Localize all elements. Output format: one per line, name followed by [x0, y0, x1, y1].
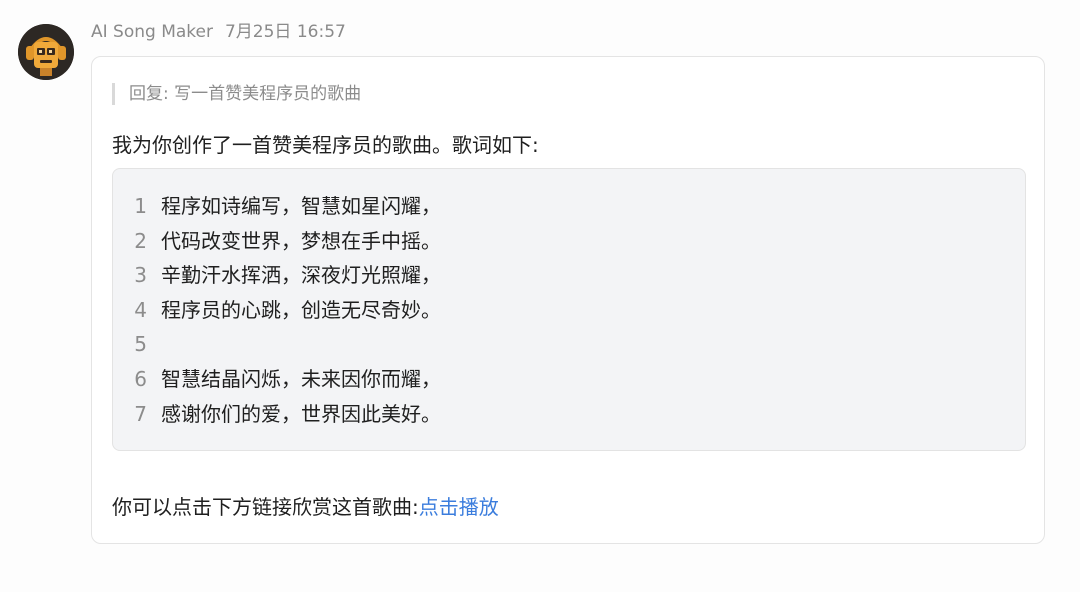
line-number: 2 — [134, 228, 147, 253]
line-number: 5 — [134, 332, 147, 357]
chat-message: AI Song Maker 7月25日 16:57 回复: 写一首赞美程序员的歌曲… — [0, 0, 1080, 592]
timestamp: 7月25日 16:57 — [224, 22, 346, 42]
lyric-line: 2 代码改变世界，梦想在手中摇。 — [113, 224, 1025, 259]
message-card: 回复: 写一首赞美程序员的歌曲 我为你创作了一首赞美程序员的歌曲。歌词如下: 1… — [91, 56, 1045, 544]
outro-text: 你可以点击下方链接欣赏这首歌曲: — [112, 495, 419, 519]
lyrics-list: 1 程序如诗编写，智慧如星闪耀， 2 代码改变世界，梦想在手中摇。 3 辛勤汗水挥洒，… — [113, 169, 1025, 431]
message-header: AI Song Maker 7月25日 16:57 — [91, 20, 346, 44]
lyric-text: 程序如诗编写，智慧如星闪耀， — [161, 194, 441, 218]
lyric-text: 辛勤汗水挥洒，深夜灯光照耀， — [161, 263, 441, 288]
avatar[interactable] — [18, 24, 74, 80]
lyric-line: 3 辛勤汗水挥洒，深夜灯光照耀， — [113, 258, 1025, 293]
line-number: 3 — [134, 263, 147, 288]
lyric-line: 5 — [113, 327, 1025, 362]
line-number: 1 — [134, 194, 147, 218]
line-number: 7 — [134, 401, 147, 426]
lyric-text: 程序员的心跳，创造无尽奇妙。 — [161, 297, 441, 322]
sender-name[interactable]: AI Song Maker — [91, 22, 213, 42]
lyric-line: 7 感谢你们的爱，世界因此美好。 — [113, 397, 1025, 432]
robot-headphones-icon — [18, 24, 74, 80]
line-number: 6 — [134, 366, 147, 391]
lyrics-code-block: 1 程序如诗编写，智慧如星闪耀， 2 代码改变世界，梦想在手中摇。 3 辛勤汗水挥洒，… — [112, 168, 1026, 451]
lyric-text: 智慧结晶闪烁，未来因你而耀， — [161, 366, 441, 391]
reply-quote: 回复: 写一首赞美程序员的歌曲 — [112, 83, 361, 105]
lyric-line: 4 程序员的心跳，创造无尽奇妙。 — [113, 293, 1025, 328]
lyric-text: 感谢你们的爱，世界因此美好。 — [161, 401, 441, 426]
line-number: 4 — [134, 297, 147, 322]
lyric-line: 1 程序如诗编写，智慧如星闪耀， — [113, 189, 1025, 224]
outro-line: 你可以点击下方链接欣赏这首歌曲:点击播放 — [112, 493, 499, 521]
intro-text: 我为你创作了一首赞美程序员的歌曲。歌词如下: — [112, 133, 539, 157]
lyric-text: 代码改变世界，梦想在手中摇。 — [161, 228, 441, 253]
play-link[interactable]: 点击播放 — [419, 495, 499, 519]
lyric-line: 6 智慧结晶闪烁，未来因你而耀， — [113, 362, 1025, 397]
